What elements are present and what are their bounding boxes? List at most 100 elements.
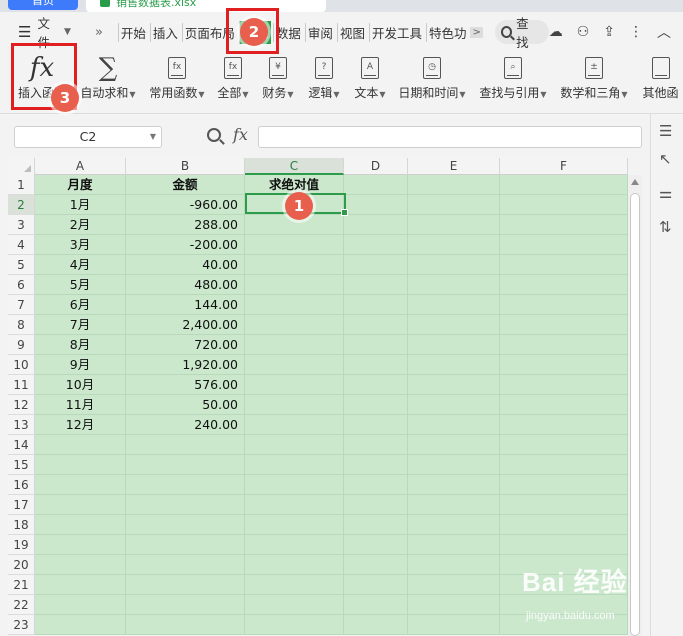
cell[interactable] <box>35 515 126 534</box>
cell[interactable] <box>500 395 628 414</box>
cell[interactable] <box>500 415 628 434</box>
cell[interactable] <box>245 475 344 494</box>
cell[interactable] <box>500 515 628 534</box>
zoom-icon[interactable] <box>207 128 221 142</box>
cell[interactable] <box>245 255 344 274</box>
cell-a1[interactable]: 月度 <box>35 175 126 194</box>
more-options-icon[interactable]: ⋮ <box>629 24 643 40</box>
cell[interactable] <box>408 395 500 414</box>
cell[interactable] <box>344 515 408 534</box>
cell[interactable] <box>408 495 500 514</box>
cell[interactable] <box>245 435 344 454</box>
row-header[interactable]: 8 <box>8 315 35 335</box>
search-button[interactable]: 查找 <box>494 16 549 50</box>
month-cell[interactable]: 9月 <box>35 355 126 374</box>
cell[interactable] <box>344 195 408 214</box>
row-header[interactable]: 3 <box>8 215 35 235</box>
amount-cell[interactable]: 1,920.00 <box>126 355 245 374</box>
month-cell[interactable]: 11月 <box>35 395 126 414</box>
cell[interactable] <box>500 275 628 294</box>
cell[interactable] <box>245 615 344 634</box>
column-header-f[interactable]: F <box>500 158 628 175</box>
cell[interactable] <box>408 455 500 474</box>
cell[interactable] <box>245 515 344 534</box>
amount-cell[interactable]: 144.00 <box>126 295 245 314</box>
select-all-corner[interactable] <box>8 158 35 175</box>
row-header[interactable]: 6 <box>8 275 35 295</box>
collaborate-icon[interactable]: ⚇ <box>577 24 590 40</box>
amount-cell[interactable]: 576.00 <box>126 375 245 394</box>
cell[interactable] <box>126 515 245 534</box>
cell[interactable] <box>408 535 500 554</box>
cell[interactable] <box>408 315 500 334</box>
cell[interactable] <box>344 455 408 474</box>
collapse-ribbon-icon[interactable]: ︿ <box>657 22 671 42</box>
row-header[interactable]: 9 <box>8 335 35 355</box>
cell[interactable] <box>500 255 628 274</box>
cell[interactable] <box>245 575 344 594</box>
cell[interactable] <box>245 455 344 474</box>
cell[interactable] <box>344 475 408 494</box>
row-header[interactable]: 1 <box>8 175 35 195</box>
cell[interactable] <box>408 215 500 234</box>
cell[interactable] <box>408 555 500 574</box>
amount-cell[interactable]: 720.00 <box>126 335 245 354</box>
pointer-select-icon[interactable]: ↖ <box>659 150 672 168</box>
cell[interactable] <box>344 495 408 514</box>
cell[interactable] <box>408 235 500 254</box>
cell[interactable] <box>344 335 408 354</box>
cell[interactable] <box>344 435 408 454</box>
cell[interactable] <box>344 275 408 294</box>
cell[interactable] <box>245 355 344 374</box>
cell[interactable] <box>35 555 126 574</box>
cell[interactable] <box>245 535 344 554</box>
date-time-functions-button[interactable]: ◷ 日期和时间▼ <box>396 52 468 114</box>
column-header-c[interactable]: C <box>245 158 344 175</box>
cell[interactable] <box>500 215 628 234</box>
menu-item-view[interactable]: 视图 <box>336 22 367 42</box>
cell[interactable] <box>126 455 245 474</box>
month-cell[interactable]: 8月 <box>35 335 126 354</box>
common-functions-button[interactable]: fx 常用函数▼ <box>146 52 208 114</box>
amount-cell[interactable]: 480.00 <box>126 275 245 294</box>
cell[interactable] <box>408 175 500 194</box>
cell[interactable] <box>500 235 628 254</box>
cell[interactable] <box>35 455 126 474</box>
row-header[interactable]: 23 <box>8 615 35 635</box>
row-header[interactable]: 5 <box>8 255 35 275</box>
menu-scroll-right-button[interactable]: > <box>470 26 483 38</box>
cell[interactable] <box>500 435 628 454</box>
cell[interactable] <box>126 475 245 494</box>
cell[interactable] <box>126 555 245 574</box>
month-cell[interactable]: 1月 <box>35 195 126 214</box>
logical-functions-button[interactable]: ? 逻辑▼ <box>304 52 344 114</box>
other-functions-button[interactable]: 其他函 <box>638 52 683 114</box>
cell[interactable] <box>35 435 126 454</box>
cell[interactable] <box>35 495 126 514</box>
row-header[interactable]: 2 <box>8 195 35 215</box>
row-header[interactable]: 18 <box>8 515 35 535</box>
more-menus-button[interactable]: » <box>95 25 103 40</box>
row-header[interactable]: 17 <box>8 495 35 515</box>
cell[interactable] <box>408 295 500 314</box>
menu-item-developer[interactable]: 开发工具 <box>368 22 424 42</box>
cell[interactable] <box>126 535 245 554</box>
month-cell[interactable]: 4月 <box>35 255 126 274</box>
column-header-a[interactable]: A <box>35 158 126 175</box>
cell[interactable] <box>245 555 344 574</box>
cell[interactable] <box>245 235 344 254</box>
cell[interactable] <box>344 415 408 434</box>
amount-cell[interactable]: 50.00 <box>126 395 245 414</box>
amount-cell[interactable]: -960.00 <box>126 195 245 214</box>
cell[interactable] <box>500 335 628 354</box>
cloud-sync-icon[interactable]: ☁ <box>549 24 563 40</box>
cell[interactable] <box>408 575 500 594</box>
cell[interactable] <box>245 275 344 294</box>
cell[interactable] <box>344 295 408 314</box>
cell[interactable] <box>500 175 628 194</box>
cell[interactable] <box>408 355 500 374</box>
cell[interactable] <box>126 435 245 454</box>
cell[interactable] <box>344 615 408 634</box>
column-header-e[interactable]: E <box>408 158 500 175</box>
cell[interactable] <box>344 555 408 574</box>
